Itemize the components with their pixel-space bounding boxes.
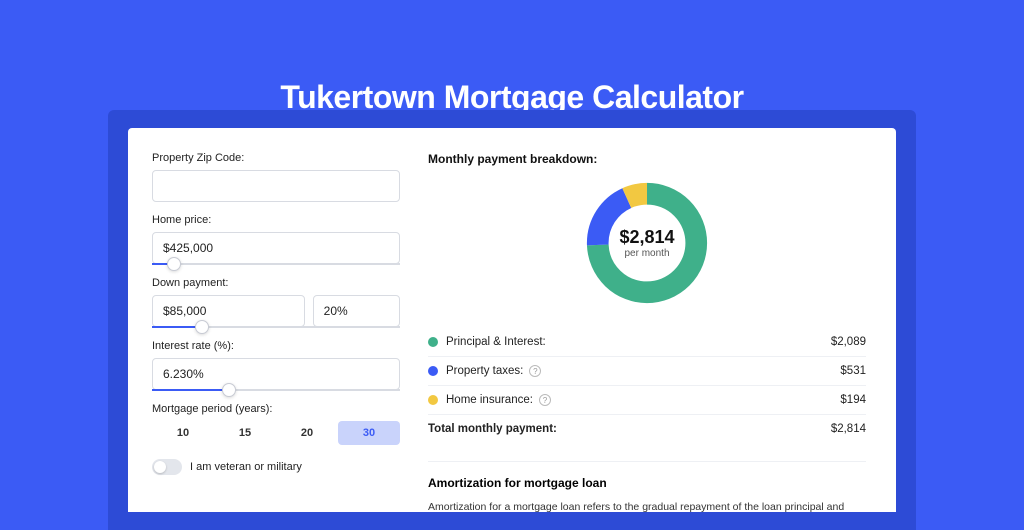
help-icon[interactable]: ?: [529, 365, 541, 377]
slider-handle-icon[interactable]: [195, 320, 209, 334]
breakdown-value: $194: [840, 394, 866, 406]
donut-amount: $2,814: [619, 227, 674, 248]
period-option-20[interactable]: 20: [276, 421, 338, 445]
period-option-15[interactable]: 15: [214, 421, 276, 445]
field-down-payment: Down payment:: [152, 277, 400, 328]
down-payment-input[interactable]: [152, 295, 305, 327]
breakdown-label: Principal & Interest:: [446, 336, 831, 348]
legend-dot-icon: [428, 337, 438, 347]
hero: Tukertown Mortgage Calculator: [0, 0, 1024, 128]
breakdown-rows: Principal & Interest:$2,089Property taxe…: [428, 328, 866, 414]
total-value: $2,814: [831, 423, 866, 435]
home-price-slider[interactable]: [152, 263, 400, 265]
donut-chart-wrap: $2,814 per month: [428, 178, 866, 308]
field-interest: Interest rate (%):: [152, 340, 400, 391]
period-options: 10152030: [152, 421, 400, 445]
home-price-input[interactable]: [152, 232, 400, 264]
slider-handle-icon[interactable]: [222, 383, 236, 397]
total-label: Total monthly payment:: [428, 423, 831, 435]
breakdown-label: Property taxes:?: [446, 365, 840, 377]
breakdown-row: Property taxes:?$531: [428, 356, 866, 385]
period-option-30[interactable]: 30: [338, 421, 400, 445]
legend-dot-icon: [428, 366, 438, 376]
amortization-card: Amortization for mortgage loan Amortizat…: [428, 461, 866, 512]
field-home-price: Home price:: [152, 214, 400, 265]
breakdown-label: Home insurance:?: [446, 394, 840, 406]
toggle-knob-icon: [154, 461, 166, 473]
period-label: Mortgage period (years):: [152, 403, 400, 415]
interest-slider[interactable]: [152, 389, 400, 391]
calculator-panel: Property Zip Code: Home price: Down paym…: [128, 128, 896, 512]
zip-input[interactable]: [152, 170, 400, 202]
breakdown-total-row: Total monthly payment: $2,814: [428, 414, 866, 443]
breakdown-value: $531: [840, 365, 866, 377]
interest-input[interactable]: [152, 358, 400, 390]
amort-title: Amortization for mortgage loan: [428, 476, 866, 490]
veteran-label: I am veteran or military: [190, 461, 302, 473]
slider-handle-icon[interactable]: [167, 257, 181, 271]
breakdown-row: Home insurance:?$194: [428, 385, 866, 414]
home-price-label: Home price:: [152, 214, 400, 226]
field-zip: Property Zip Code:: [152, 152, 400, 202]
zip-label: Property Zip Code:: [152, 152, 400, 164]
down-payment-pct-input[interactable]: [313, 295, 400, 327]
donut-center: $2,814 per month: [582, 178, 712, 308]
veteran-row: I am veteran or military: [152, 459, 400, 475]
field-period: Mortgage period (years): 10152030: [152, 403, 400, 445]
down-payment-slider[interactable]: [152, 326, 400, 328]
interest-label: Interest rate (%):: [152, 340, 400, 352]
period-option-10[interactable]: 10: [152, 421, 214, 445]
breakdown-title: Monthly payment breakdown:: [428, 152, 866, 166]
donut-chart: $2,814 per month: [582, 178, 712, 308]
breakdown-column: Monthly payment breakdown: $2,814 per mo…: [428, 152, 866, 512]
help-icon[interactable]: ?: [539, 394, 551, 406]
breakdown-value: $2,089: [831, 336, 866, 348]
down-payment-label: Down payment:: [152, 277, 400, 289]
form-column: Property Zip Code: Home price: Down paym…: [152, 152, 400, 512]
amort-text: Amortization for a mortgage loan refers …: [428, 500, 866, 512]
breakdown-row: Principal & Interest:$2,089: [428, 328, 866, 356]
legend-dot-icon: [428, 395, 438, 405]
veteran-toggle[interactable]: [152, 459, 182, 475]
donut-sub: per month: [624, 248, 669, 259]
